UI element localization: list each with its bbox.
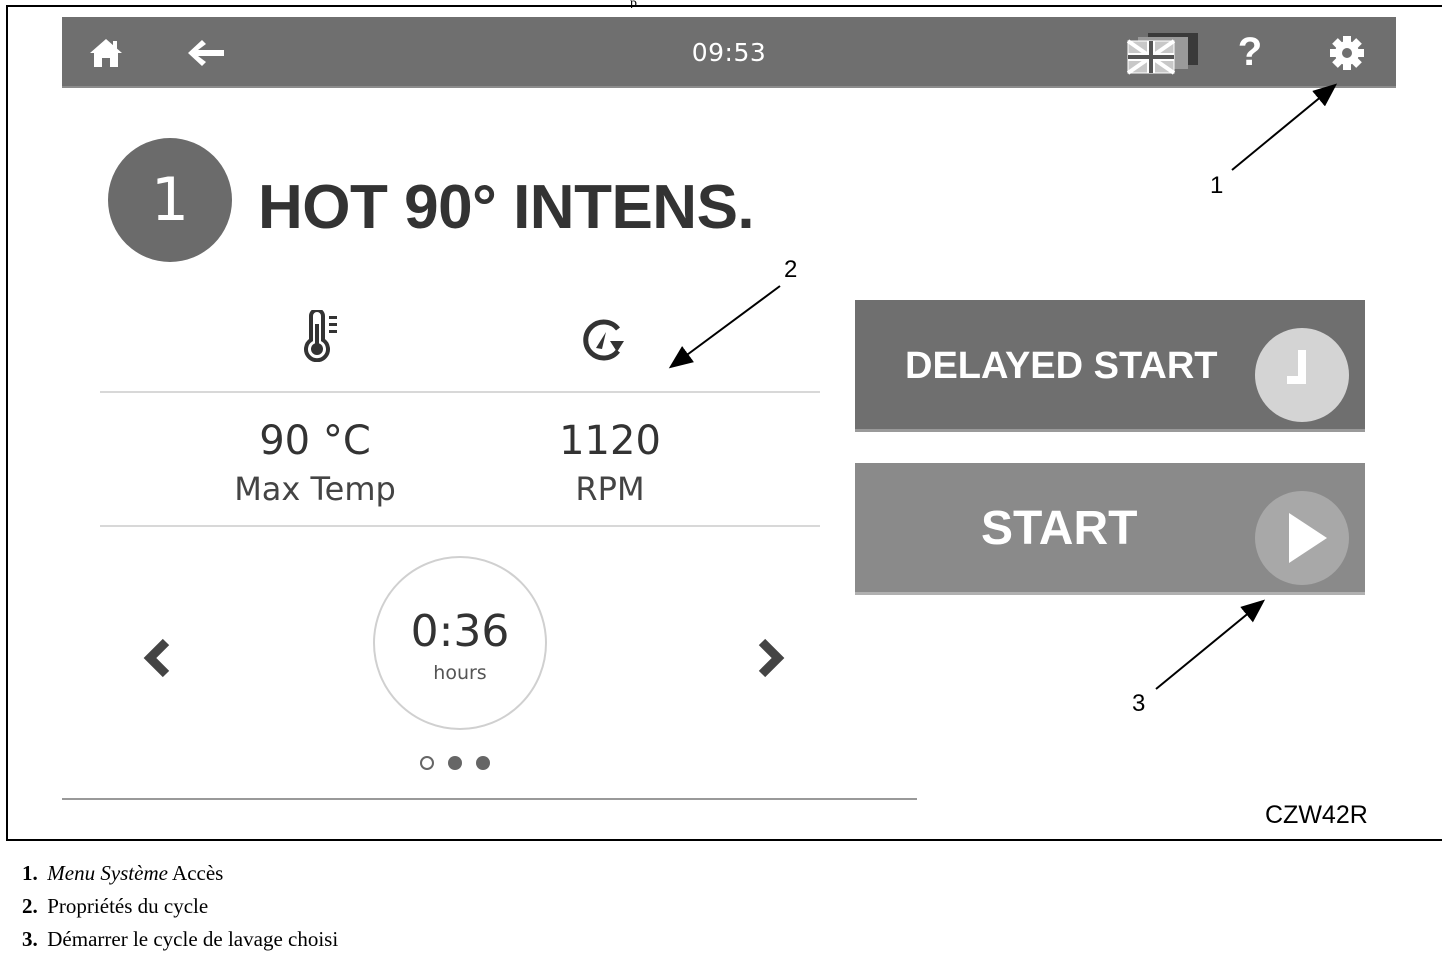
divider-top xyxy=(100,391,820,393)
duration-unit: hours xyxy=(433,662,487,684)
legend-item: 2. Propriétés du cycle xyxy=(22,894,209,918)
callout-1: 1 xyxy=(1210,172,1224,199)
max-temp-value: 90 °C xyxy=(259,418,371,464)
page-indicator xyxy=(420,756,490,770)
clock-icon xyxy=(1255,328,1349,422)
legend-item: 3. Démarrer le cycle de lavage choisi xyxy=(22,927,339,951)
language-button[interactable] xyxy=(1122,17,1202,88)
page-dot[interactable] xyxy=(476,756,490,770)
previous-chevron-icon[interactable] xyxy=(138,636,178,680)
divider-middle xyxy=(100,525,820,527)
program-title: HOT 90° INTENS. xyxy=(258,173,755,242)
help-icon[interactable]: ? xyxy=(1230,17,1270,88)
max-temp-label: Max Temp xyxy=(234,470,396,508)
header-fragment: p xyxy=(630,0,637,8)
page-dot[interactable] xyxy=(420,756,434,770)
play-icon xyxy=(1255,491,1349,585)
program-number: 1 xyxy=(108,138,232,262)
delayed-start-label: DELAYED START xyxy=(905,345,1218,387)
next-chevron-icon[interactable] xyxy=(750,636,790,680)
callout-3: 3 xyxy=(1132,690,1146,717)
legend: 1. Menu Système Accès 2. Propriétés du c… xyxy=(22,857,338,956)
rpm-value: 1120 xyxy=(559,418,661,464)
settings-button[interactable] xyxy=(1324,17,1370,88)
start-label: START xyxy=(981,502,1138,555)
callout-2: 2 xyxy=(784,256,798,283)
legend-item: 1. Menu Système Accès xyxy=(22,861,224,885)
top-bar: 09:53 ? xyxy=(62,17,1396,88)
spin-speed-icon xyxy=(583,319,624,361)
duration-value: 0:36 xyxy=(410,606,510,657)
delayed-start-button[interactable]: DELAYED START xyxy=(855,300,1365,432)
rpm-label: RPM xyxy=(575,470,645,508)
settings-gear-icon xyxy=(1330,35,1364,70)
start-button[interactable]: START xyxy=(855,463,1365,595)
thermometer-icon xyxy=(304,310,337,362)
page-dot[interactable] xyxy=(448,756,462,770)
language-flag-icon xyxy=(1126,32,1198,75)
figure-code: CZW42R xyxy=(1265,801,1368,829)
divider-bottom xyxy=(62,798,917,800)
duration-dial: 0:36 hours xyxy=(373,556,547,730)
